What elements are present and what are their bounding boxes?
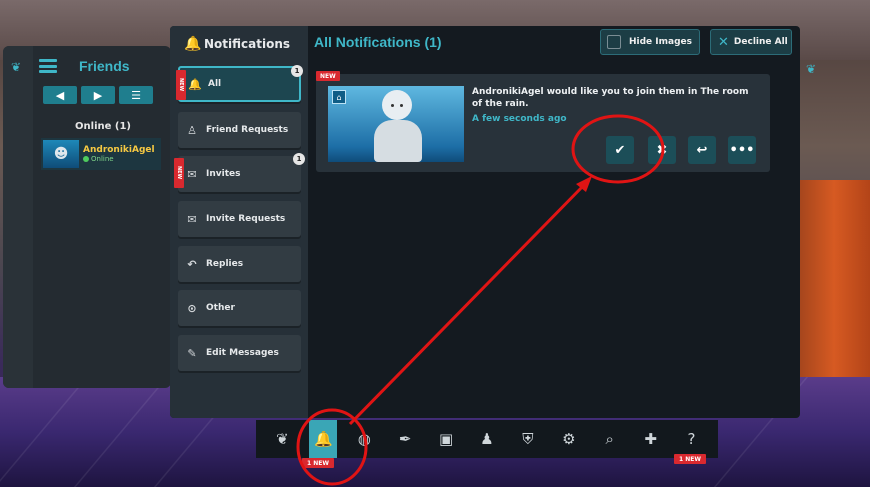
- annotation-overlay: [296, 114, 665, 486]
- highlight-circle-accept: [571, 114, 665, 184]
- highlight-circle-bell: [296, 408, 368, 486]
- annotation-arrow-line: [348, 181, 588, 426]
